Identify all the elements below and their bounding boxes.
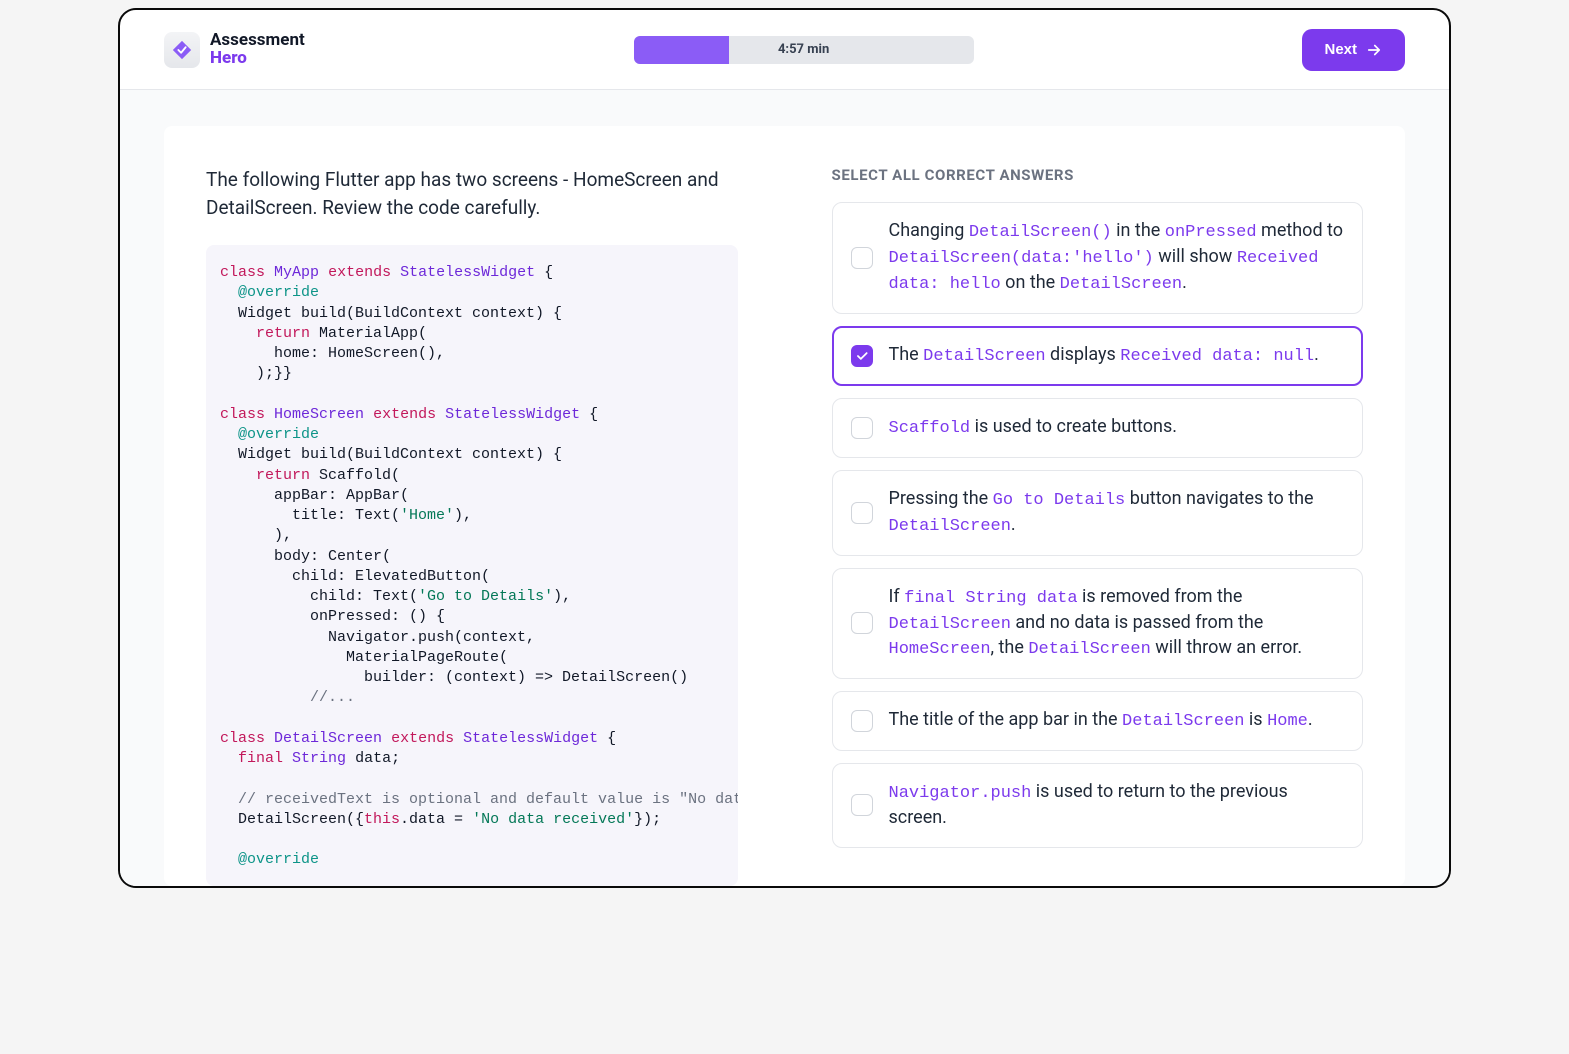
progress-label: 4:57 min [778,42,829,57]
diamond-check-icon [171,39,193,61]
answer-text: If final String data is removed from the… [889,585,1345,663]
check-icon [855,349,869,363]
instruction-label: SELECT ALL CORRECT ANSWERS [832,166,1364,184]
brand-icon [164,32,200,68]
question-card: The following Flutter app has two screen… [164,126,1405,886]
answer-option-3[interactable]: Pressing the Go to Details button naviga… [832,470,1364,556]
answer-text: Changing DetailScreen() in the onPressed… [889,219,1345,297]
progress-bar: 4:57 min [634,36,974,64]
checkbox[interactable] [851,247,873,269]
topbar: Assessment Hero 4:57 min Next [120,10,1449,90]
next-button-label: Next [1324,41,1357,58]
question-left: The following Flutter app has two screen… [206,166,738,886]
answer-option-6[interactable]: Navigator.push is used to return to the … [832,763,1364,847]
brand-line1: Assessment [210,32,305,50]
content: The following Flutter app has two screen… [120,90,1449,886]
checkbox[interactable] [851,417,873,439]
answer-text: Pressing the Go to Details button naviga… [889,487,1345,539]
answer-text: The title of the app bar in the DetailSc… [889,708,1313,734]
progress-fill [634,36,729,64]
answer-text: Scaffold is used to create buttons. [889,415,1178,441]
checkbox[interactable] [851,345,873,367]
progress-wrap: 4:57 min [325,36,1283,64]
code-block: class MyApp extends StatelessWidget { @o… [206,245,738,886]
brand-line2: Hero [210,50,305,68]
checkbox[interactable] [851,794,873,816]
checkbox[interactable] [851,502,873,524]
answer-option-5[interactable]: The title of the app bar in the DetailSc… [832,691,1364,751]
next-button[interactable]: Next [1302,29,1405,71]
answer-text: The DetailScreen displays Received data:… [889,343,1319,369]
app-frame: Assessment Hero 4:57 min Next The follow… [118,8,1451,888]
options-list: Changing DetailScreen() in the onPressed… [832,202,1364,848]
brand-text: Assessment Hero [210,32,305,68]
answer-option-1[interactable]: The DetailScreen displays Received data:… [832,326,1364,386]
answer-option-4[interactable]: If final String data is removed from the… [832,568,1364,680]
question-text: The following Flutter app has two screen… [206,166,738,221]
answer-text: Navigator.push is used to return to the … [889,780,1345,830]
checkbox[interactable] [851,612,873,634]
answer-option-0[interactable]: Changing DetailScreen() in the onPressed… [832,202,1364,314]
answers-right: SELECT ALL CORRECT ANSWERS Changing Deta… [832,166,1364,886]
answer-option-2[interactable]: Scaffold is used to create buttons. [832,398,1364,458]
checkbox[interactable] [851,710,873,732]
arrow-right-icon [1365,41,1383,59]
brand: Assessment Hero [164,32,305,68]
